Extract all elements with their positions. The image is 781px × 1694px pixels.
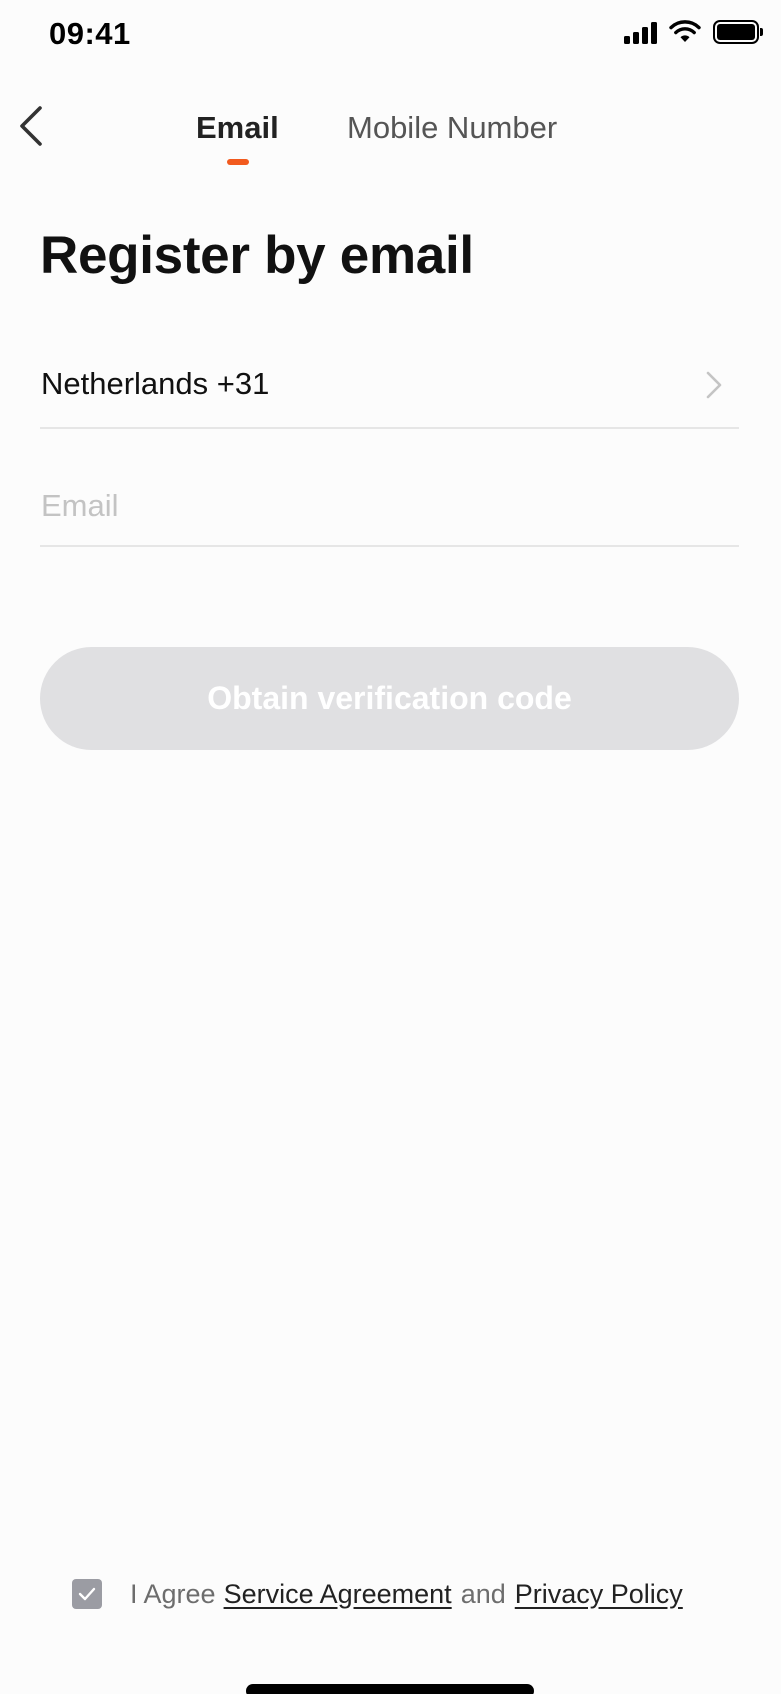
email-field-row (40, 478, 739, 547)
battery-icon (713, 20, 763, 44)
email-field[interactable] (40, 478, 739, 534)
obtain-verification-code-button[interactable]: Obtain verification code (40, 647, 739, 750)
country-selector[interactable]: Netherlands +31 (40, 360, 739, 429)
chevron-right-icon (706, 371, 722, 399)
chevron-left-icon (20, 106, 42, 146)
active-tab-indicator (227, 159, 249, 165)
cellular-signal-icon (624, 20, 657, 44)
and-text: and (460, 1578, 506, 1609)
home-indicator (246, 1684, 534, 1694)
country-value: Netherlands +31 (41, 366, 270, 401)
back-button[interactable] (14, 104, 54, 148)
agree-checkbox[interactable] (72, 1579, 102, 1609)
agree-text: I Agree (130, 1578, 216, 1609)
agreement-row: I Agree Service Agreement and Privacy Po… (72, 1574, 683, 1614)
wifi-icon (669, 20, 701, 42)
checkmark-icon (78, 1587, 96, 1601)
service-agreement-link[interactable]: Service Agreement (224, 1579, 452, 1610)
tab-email[interactable]: Email (196, 110, 279, 146)
status-icons (624, 20, 763, 44)
status-bar: 09:41 (0, 0, 781, 72)
privacy-policy-link[interactable]: Privacy Policy (515, 1579, 683, 1610)
status-time: 09:41 (49, 16, 131, 51)
register-screen: 09:41 Email Mobile Number Register by em… (0, 0, 781, 1694)
tab-mobile-number[interactable]: Mobile Number (347, 110, 557, 146)
page-title: Register by email (40, 226, 474, 285)
